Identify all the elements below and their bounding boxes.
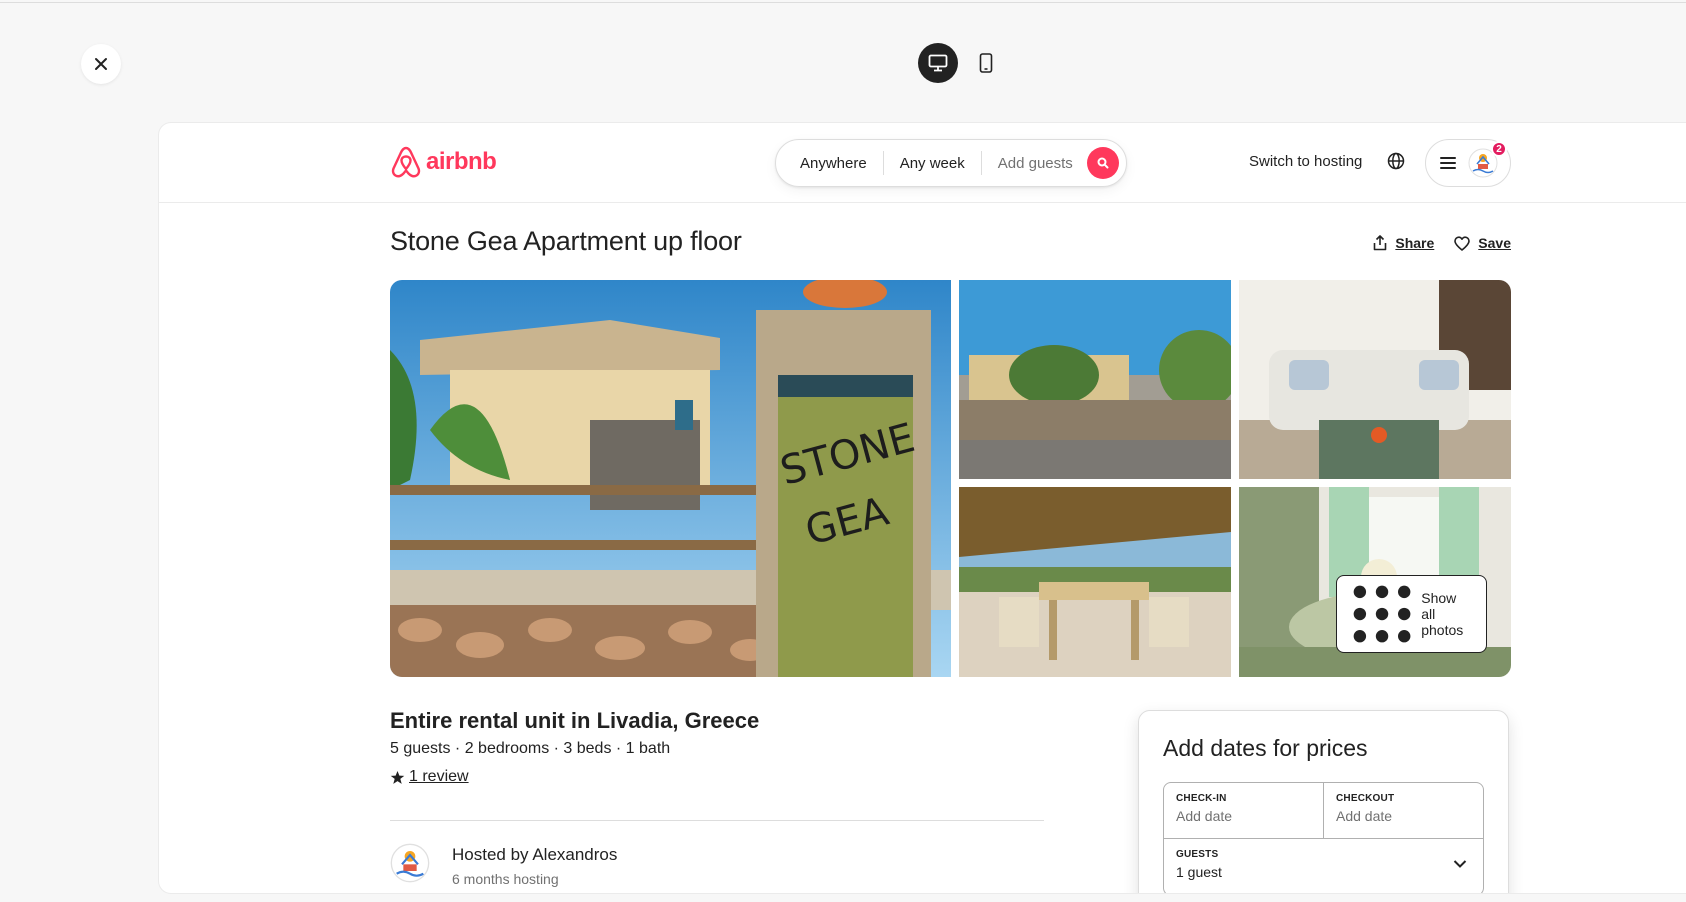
reviews-link[interactable]: 1 review xyxy=(409,768,469,786)
site-header: airbnb Anywhere Any week Add guests Swit… xyxy=(159,123,1686,203)
notification-badge: 2 xyxy=(1491,141,1507,157)
search-icon xyxy=(1097,157,1109,169)
search-bar[interactable]: Anywhere Any week Add guests xyxy=(775,139,1127,187)
booking-inputs: CHECK-IN Add date CHECKOUT Add date GUES… xyxy=(1163,782,1484,893)
logo-text: airbnb xyxy=(426,148,497,175)
guests-label: GUESTS xyxy=(1176,849,1219,860)
share-icon xyxy=(1374,235,1387,251)
user-menu-button[interactable]: 2 xyxy=(1425,139,1511,187)
booking-card: Add dates for prices CHECK-IN Add date C… xyxy=(1138,710,1509,893)
checkout-value: Add date xyxy=(1336,808,1393,824)
share-button[interactable]: Share xyxy=(1373,235,1434,251)
save-button[interactable]: Save xyxy=(1454,235,1511,251)
switch-to-hosting-link[interactable]: Switch to hosting xyxy=(1249,153,1362,170)
airbnb-logo-icon xyxy=(391,146,421,178)
guests-value: 1 guest xyxy=(1176,864,1222,880)
photo-house-wall xyxy=(959,280,1231,479)
desktop-view-button[interactable] xyxy=(918,43,958,83)
checkin-field[interactable]: CHECK-IN Add date xyxy=(1164,783,1323,838)
mobile-view-button[interactable] xyxy=(966,43,1006,83)
show-all-photos-label: Show all photos xyxy=(1421,589,1464,638)
close-button[interactable] xyxy=(81,44,121,84)
globe-icon xyxy=(1387,152,1405,170)
save-label: Save xyxy=(1478,235,1511,251)
heart-icon xyxy=(1454,235,1471,251)
listing-subtitle: Entire rental unit in Livadia, Greece xyxy=(390,708,760,733)
checkout-field[interactable]: CHECKOUT Add date xyxy=(1323,783,1483,838)
photo-kitchen[interactable]: Show all photos xyxy=(1239,487,1511,677)
checkin-value: Add date xyxy=(1176,808,1233,824)
airbnb-logo[interactable]: airbnb xyxy=(390,145,497,179)
hamburger-menu-icon xyxy=(1440,157,1456,169)
photo-gallery: STONE GEA Show all photos xyxy=(390,280,1511,677)
checkout-label: CHECKOUT xyxy=(1336,793,1395,804)
mobile-icon xyxy=(979,53,993,73)
booking-title: Add dates for prices xyxy=(1163,735,1368,761)
grid-dots-icon xyxy=(1353,585,1411,643)
search-when[interactable]: Any week xyxy=(884,155,981,172)
photo-terrace[interactable] xyxy=(959,487,1231,677)
dates-row: CHECK-IN Add date CHECKOUT Add date xyxy=(1164,783,1483,839)
guests-field[interactable]: GUESTS 1 guest xyxy=(1164,839,1483,893)
star-icon xyxy=(390,770,405,784)
language-button[interactable] xyxy=(1387,152,1405,175)
preview-frame: airbnb Anywhere Any week Add guests Swit… xyxy=(159,123,1686,893)
host-since: 6 months hosting xyxy=(452,871,559,887)
host-text: Hosted by Alexandros 6 months hosting xyxy=(452,843,617,887)
top-border xyxy=(0,0,1686,3)
photo-main[interactable]: STONE GEA xyxy=(390,280,951,677)
close-icon xyxy=(95,58,107,70)
review-summary: 1 review xyxy=(390,768,469,786)
photo-living-room[interactable] xyxy=(1239,280,1511,479)
desktop-icon xyxy=(928,54,948,72)
listing-details: 5 guests · 2 bedrooms · 3 beds · 1 bath xyxy=(390,740,671,757)
photo-house-exterior[interactable] xyxy=(959,280,1231,479)
photo-sofa xyxy=(1239,280,1511,479)
photo-stone-gea-gate: STONE GEA xyxy=(390,280,951,677)
listing-actions: Share Save xyxy=(1373,235,1511,251)
listing-title: Stone Gea Apartment up floor xyxy=(390,226,742,256)
photo-terrace-table xyxy=(959,487,1231,677)
show-all-photos-button[interactable]: Show all photos xyxy=(1336,574,1487,653)
host-avatar[interactable] xyxy=(390,843,430,883)
chevron-down-icon xyxy=(1453,860,1467,868)
host-info: Hosted by Alexandros 6 months hosting xyxy=(390,843,617,887)
host-name: Hosted by Alexandros xyxy=(452,845,618,864)
search-who[interactable]: Add guests xyxy=(982,155,1089,172)
share-label: Share xyxy=(1395,235,1435,251)
section-divider xyxy=(390,820,1044,821)
user-avatar-wrap: 2 xyxy=(1468,141,1507,178)
device-toggle xyxy=(918,43,1006,83)
search-button[interactable] xyxy=(1087,147,1119,179)
checkin-label: CHECK-IN xyxy=(1176,793,1227,804)
search-where[interactable]: Anywhere xyxy=(776,155,883,172)
